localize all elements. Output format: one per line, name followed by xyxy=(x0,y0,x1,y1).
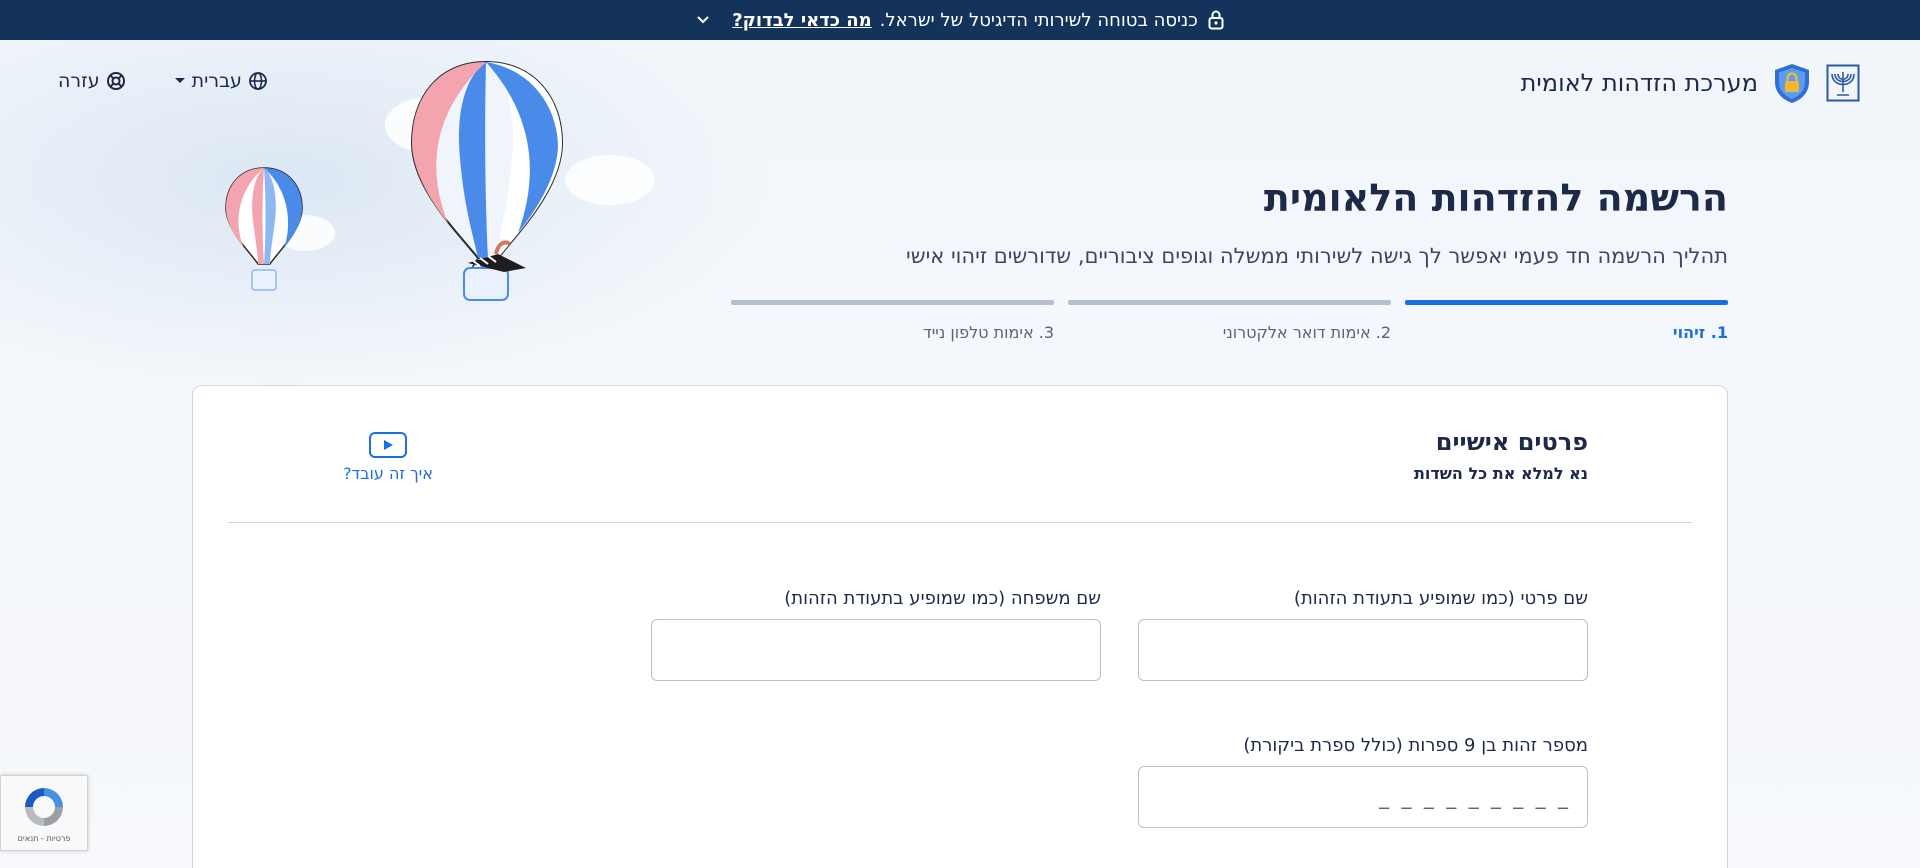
cloud-illustration xyxy=(565,155,655,205)
language-selector[interactable]: עברית xyxy=(174,70,268,92)
banner-text: כניסה בטוחה לשירותי הדיגיטל של ישראל. xyxy=(879,9,1198,31)
step-bar xyxy=(1405,300,1728,305)
lifebuoy-icon xyxy=(106,72,125,90)
step-phone-verification: 3. אימות טלפון נייד xyxy=(731,300,1054,342)
step-label: 2. אימות דואר אלקטרוני xyxy=(1222,323,1391,342)
progress-steps: 1. זיהוי 2. אימות דואר אלקטרוני 3. אימות… xyxy=(725,300,1728,352)
step-email-verification: 2. אימות דואר אלקטרוני xyxy=(1068,300,1391,342)
first-name-field: שם פרטי (כמו שמופיע בתעודת הזהות) xyxy=(1138,588,1588,681)
caret-down-icon xyxy=(174,78,185,83)
help-button[interactable]: עזרה xyxy=(58,70,126,92)
step-label: 3. אימות טלפון נייד xyxy=(922,323,1054,342)
section-title: פרטים אישיים xyxy=(1435,428,1588,456)
language-label: עברית xyxy=(191,70,242,92)
last-name-input[interactable] xyxy=(651,619,1101,681)
id-number-input[interactable] xyxy=(1138,766,1588,828)
help-label: עזרה xyxy=(58,70,100,92)
brand-name: מערכת הזדהות לאומית xyxy=(1520,69,1758,97)
menorah-emblem-icon xyxy=(1826,64,1860,102)
security-banner: כניסה בטוחה לשירותי הדיגיטל של ישראל. מה… xyxy=(0,0,1920,40)
small-balloon-illustration xyxy=(225,167,303,291)
divider xyxy=(228,522,1692,523)
lock-icon xyxy=(1206,10,1224,30)
how-it-works-label: איך זה עובד? xyxy=(343,464,433,483)
recaptcha-terms[interactable]: פרטיות - תנאים xyxy=(18,834,71,843)
page-title: הרשמה להזדהות הלאומית xyxy=(1263,176,1728,220)
recaptcha-icon xyxy=(25,787,63,826)
play-icon xyxy=(369,432,407,458)
how-it-works-button[interactable]: איך זה עובד? xyxy=(333,432,443,483)
header-actions: עזרה עברית xyxy=(58,70,268,92)
brand[interactable]: מערכת הזדהות לאומית xyxy=(1521,62,1860,104)
globe-icon xyxy=(249,72,267,90)
section-subtitle: נא למלא את כל השדות xyxy=(1413,464,1588,483)
id-number-label: מספר זהות בן 9 ספרות (כולל ספרת ביקורת) xyxy=(1243,735,1588,756)
banner-link[interactable]: מה כדאי לבדוק? xyxy=(732,10,871,31)
first-name-input[interactable] xyxy=(1138,619,1588,681)
site-header: מערכת הזדהות לאומית עזרה עברית xyxy=(0,40,1920,126)
hot-air-balloon-illustration xyxy=(410,60,564,301)
last-name-label: שם משפחה (כמו שמופיע בתעודת הזהות) xyxy=(784,588,1101,609)
step-bar xyxy=(1068,300,1391,305)
step-label: 1. זיהוי xyxy=(1672,323,1728,342)
last-name-field: שם משפחה (כמו שמופיע בתעודת הזהות) xyxy=(651,588,1101,681)
page-subtitle: תהליך הרשמה חד פעמי יאפשר לך גישה לשירות… xyxy=(906,244,1728,268)
step-identification: 1. זיהוי xyxy=(1405,300,1728,342)
chevron-down-icon[interactable] xyxy=(696,15,710,25)
first-name-label: שם פרטי (כמו שמופיע בתעודת הזהות) xyxy=(1293,588,1588,609)
shield-lock-icon xyxy=(1775,64,1809,103)
step-bar xyxy=(731,300,1054,305)
recaptcha-badge[interactable]: פרטיות - תנאים xyxy=(0,775,88,851)
personal-details-card: פרטים אישיים נא למלא את כל השדות איך זה … xyxy=(192,385,1728,868)
id-number-field: מספר זהות בן 9 ספרות (כולל ספרת ביקורת) xyxy=(1138,735,1588,828)
